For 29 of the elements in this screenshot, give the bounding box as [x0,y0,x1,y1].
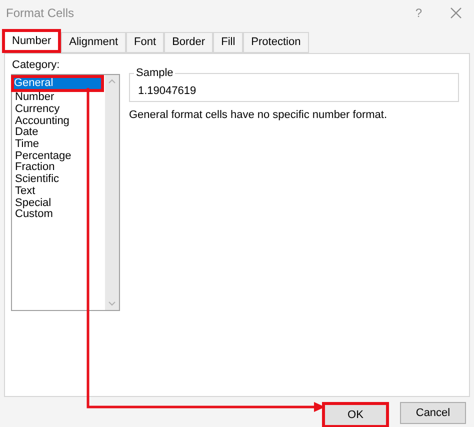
sample-label: Sample [134,66,176,80]
category-item[interactable]: Accounting [12,115,105,128]
category-item[interactable]: Custom [12,208,105,221]
category-item[interactable]: Date [12,127,105,139]
window-title: Format Cells [6,5,74,22]
close-icon[interactable] [450,7,462,19]
dialog-button[interactable]: Cancel [400,402,466,424]
category-item[interactable]: Scientific [12,174,105,186]
category-item[interactable]: Fraction [12,162,105,174]
category-item[interactable]: Number [12,92,105,104]
category-item[interactable]: Time [12,138,105,150]
scroll-up-icon[interactable] [108,79,116,84]
tab[interactable]: Fill [213,32,244,53]
category-item[interactable]: Text [12,186,105,198]
tab[interactable]: Alignment [61,32,126,53]
sample-value: 1.19047619 [138,84,196,98]
scroll-down-icon[interactable] [108,301,116,306]
tab[interactable]: Protection [243,32,309,53]
category-label: Category: [11,58,61,72]
scrollbar[interactable] [105,75,119,310]
dialog-button[interactable]: OK [322,402,389,427]
format-description: General format cells have no specific number format. [129,108,388,122]
category-item[interactable]: Percentage [12,150,105,162]
category-item[interactable]: General [11,75,104,92]
tab[interactable]: Number [2,29,62,53]
category-item[interactable]: Currency [12,104,105,116]
tab[interactable]: Border [164,32,214,53]
category-item[interactable]: Special [12,197,105,209]
tab[interactable]: Font [126,32,164,53]
